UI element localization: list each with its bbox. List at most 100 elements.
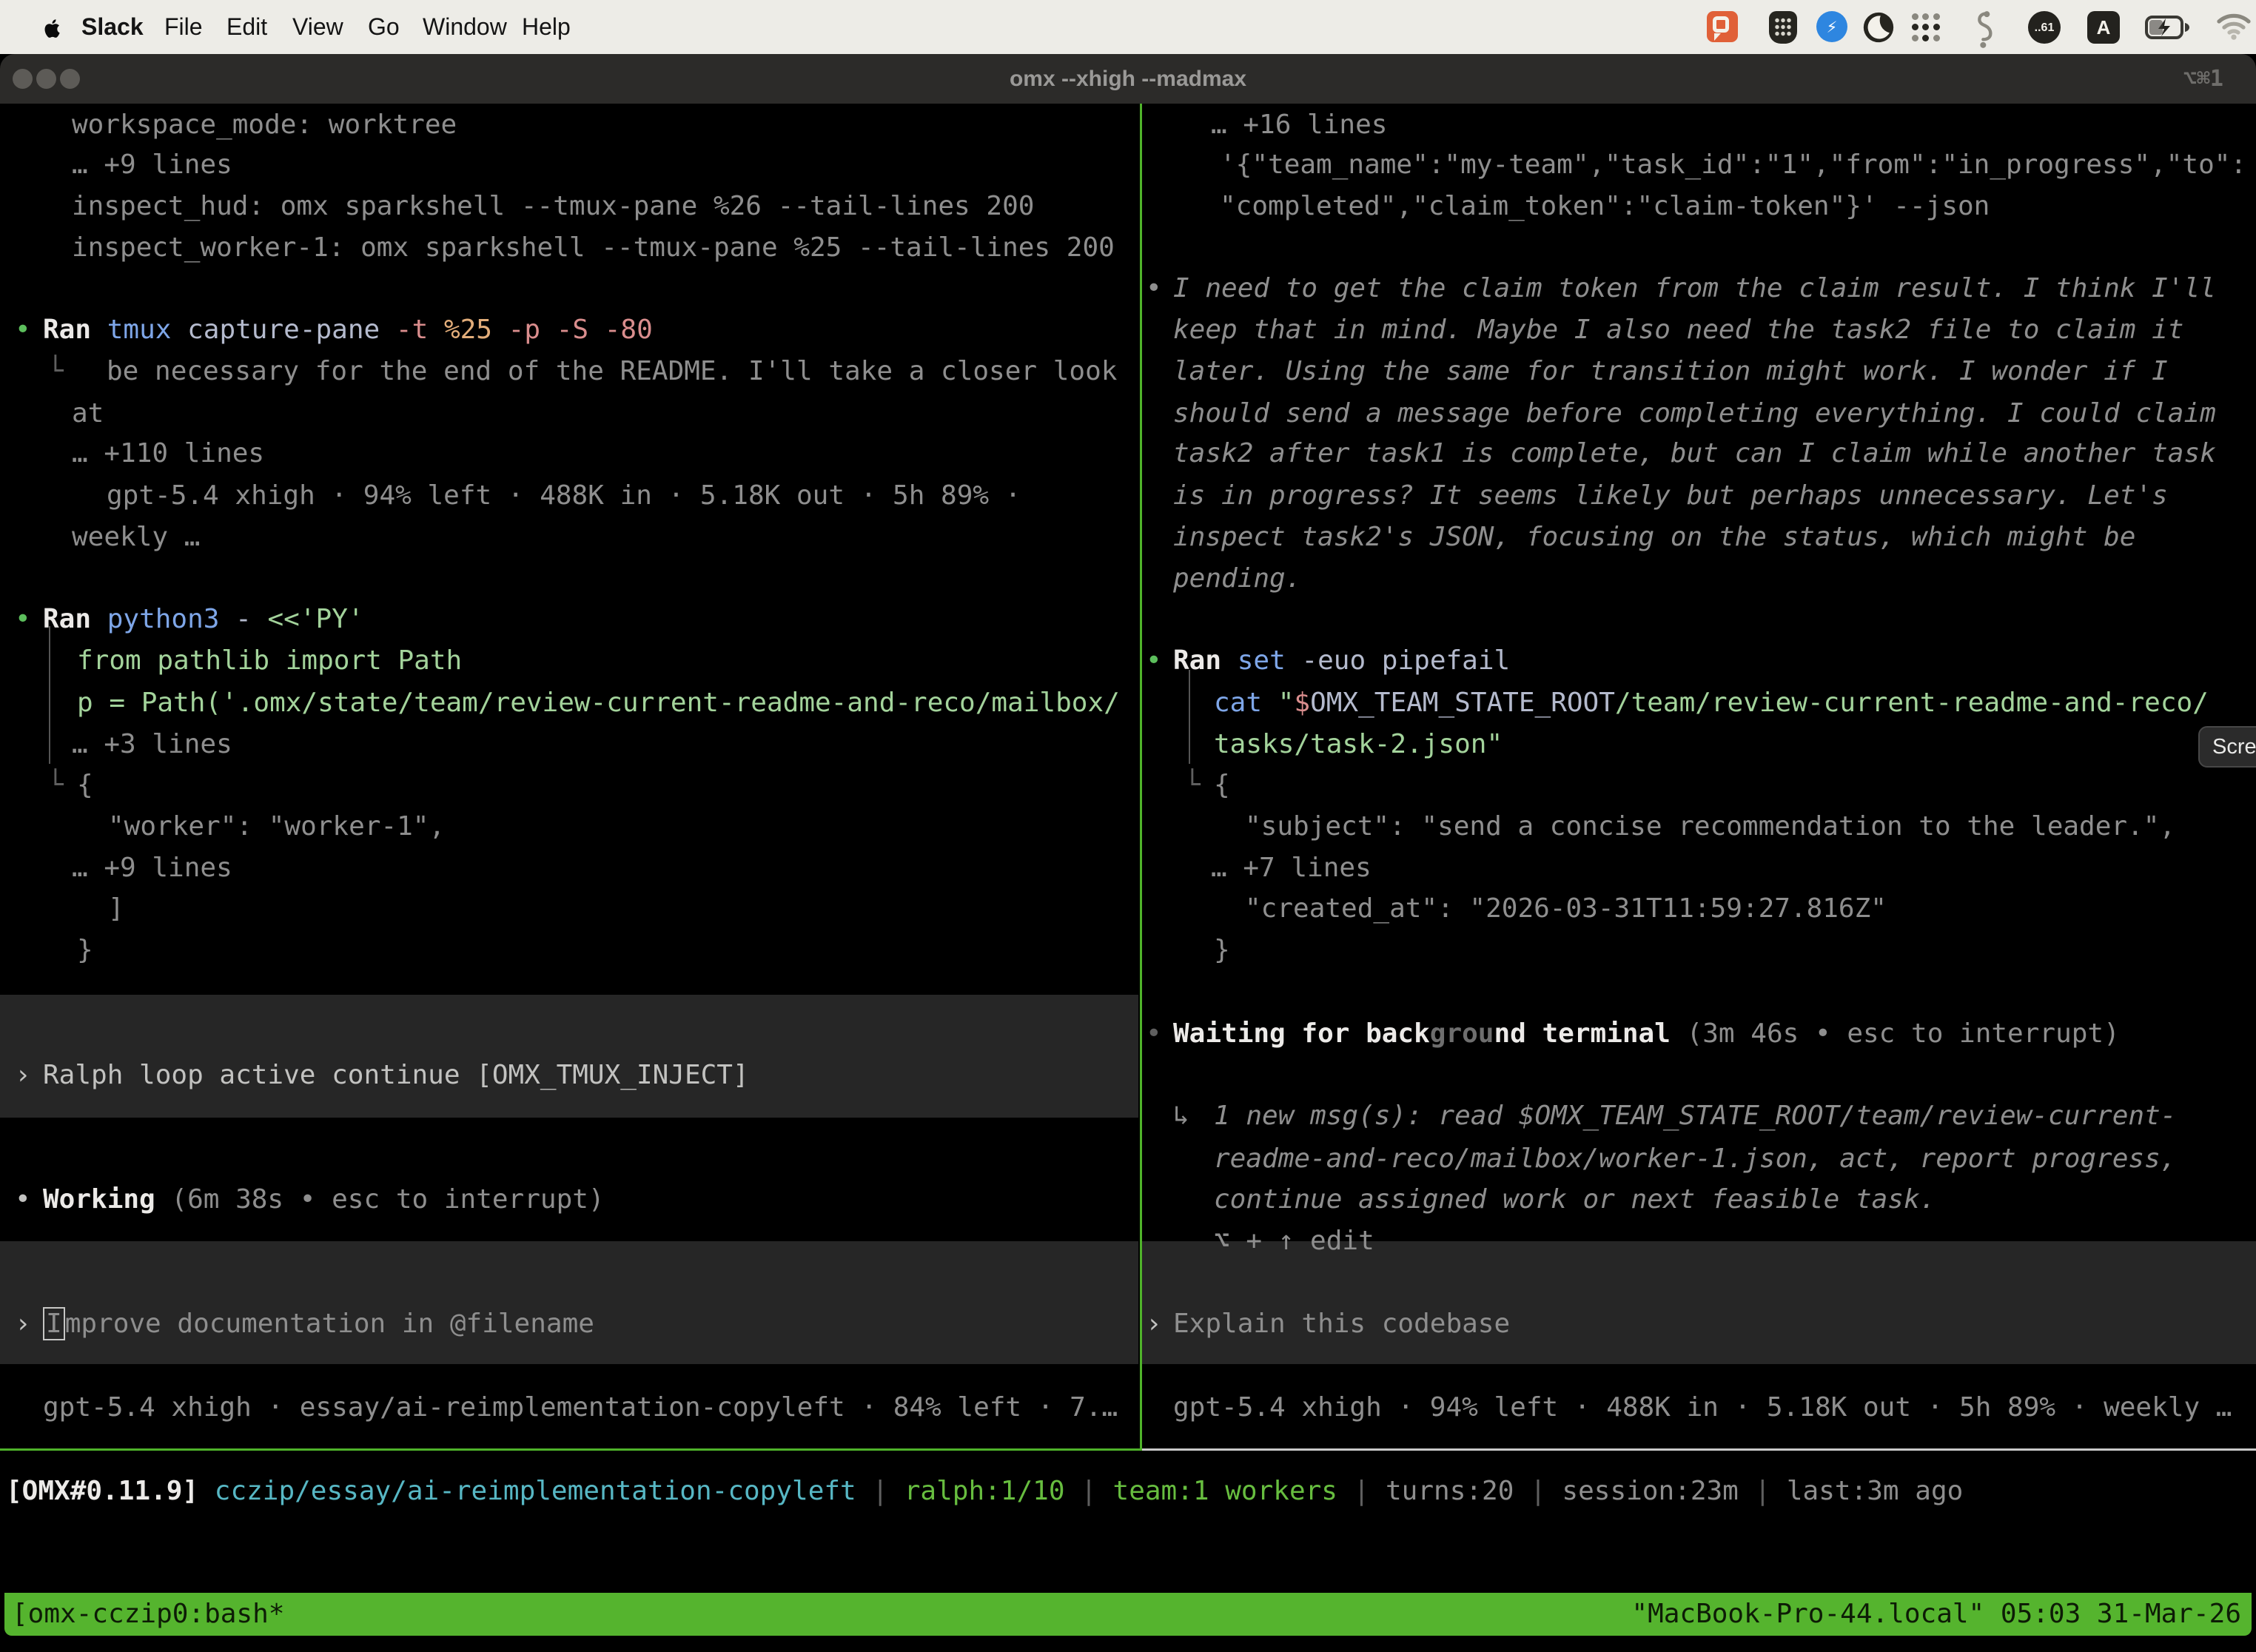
terminal-line: gpt-5.4 xhigh · essay/ai-reimplementatio… — [43, 1386, 1118, 1428]
text-segment: Ran — [43, 604, 91, 634]
terminal-line: } — [1214, 929, 1230, 971]
text-segment: readme-and-reco/mailbox/worker-1.json, a… — [1214, 1144, 2176, 1174]
text-segment: p = Path('.omx/state/team/review-current… — [77, 688, 1120, 718]
tmux-session-label: [omx-cczip0:bash* — [12, 1593, 284, 1636]
terminal-line: Waiting for background terminal (3m 46s … — [1173, 1013, 2120, 1055]
terminal-line: inspect_hud: omx sparkshell --tmux-pane … — [72, 185, 1034, 227]
text-segment: last:3m ago — [1787, 1476, 1963, 1506]
text-segment: Waiting for back — [1173, 1018, 1430, 1049]
terminal-line: … +9 lines — [72, 847, 232, 889]
text-segment: should send a message before completing … — [1173, 398, 2216, 429]
terminal-line: … +110 lines — [72, 432, 264, 474]
terminal-line: pending. — [1173, 557, 1301, 600]
terminal-line: is in progress? It seems likely but perh… — [1173, 474, 2168, 517]
menu-item-view[interactable]: View — [292, 0, 343, 54]
text-segment: Ran — [43, 315, 91, 345]
wifi-icon[interactable] — [2216, 11, 2252, 44]
blue-bolt-icon[interactable]: ⚡ — [1816, 11, 1847, 42]
text-segment: … +110 lines — [72, 438, 264, 469]
terminal-line: "created_at": "2026-03-31T11:59:27.816Z" — [1245, 887, 1887, 930]
menu-item-file[interactable]: File — [164, 0, 203, 54]
menu-item-edit[interactable]: Edit — [226, 0, 267, 54]
text-segment: -euo pipefail — [1301, 645, 1510, 676]
text-segment: weekly … — [72, 522, 200, 552]
terminal-line: • — [15, 598, 31, 640]
terminal-line: • — [15, 1178, 31, 1220]
text-segment: '{"team_name":"my-team","task_id":"1","f… — [1220, 150, 2246, 180]
text-segment: └ — [47, 770, 64, 800]
text-segment: Explain this codebase — [1173, 1309, 1510, 1339]
text-segment: - — [235, 604, 252, 634]
tmux-pane-divider[interactable] — [1140, 104, 1142, 1448]
text-segment: gpt-5.4 xhigh · essay/ai-reimplementatio… — [43, 1392, 1118, 1423]
terminal-line: continue assigned work or next feasible … — [1214, 1178, 1936, 1220]
window-title: omx --xhigh --madmax — [0, 54, 2256, 104]
text-segment — [171, 315, 187, 345]
terminal-line: └ — [1184, 764, 1201, 806]
text-segment: from pathlib import Path — [77, 645, 462, 676]
text-segment: is in progress? It seems likely but perh… — [1173, 480, 2168, 511]
text-segment — [219, 604, 235, 634]
text-segment: -t — [396, 315, 428, 345]
terminal-line: cat "$OMX_TEAM_STATE_ROOT/team/review-cu… — [1214, 682, 2209, 724]
terminal-line: ↳ — [1173, 1095, 1189, 1137]
dots-grid-icon[interactable] — [1910, 11, 1942, 44]
s-curve-icon[interactable] — [1972, 11, 1997, 51]
text-segment: } — [77, 935, 93, 965]
text-segment: inspect task2's JSON, focusing on the st… — [1173, 522, 2135, 552]
text-segment: … +7 lines — [1211, 853, 1372, 883]
text-segment — [91, 315, 107, 345]
terminal-line: "worker": "worker-1", — [108, 805, 445, 847]
text-segment: -p — [508, 315, 540, 345]
text-segment: • — [1146, 273, 1162, 303]
text-segment: be necessary for the end of the README. … — [107, 356, 1117, 386]
terminal-line: at — [72, 392, 104, 434]
chat-app-icon[interactable] — [1707, 11, 1738, 42]
terminal-line: … +16 lines — [1211, 104, 1387, 146]
text-segment: set — [1238, 645, 1286, 676]
text-segment — [1286, 645, 1302, 676]
text-segment: <<'PY' — [268, 604, 364, 634]
text-segment: • — [1146, 645, 1162, 676]
menu-item-go[interactable]: Go — [368, 0, 400, 54]
menu-item-window[interactable]: Window — [423, 0, 507, 54]
battery-icon[interactable] — [2145, 11, 2191, 47]
text-segment: "completed","claim_token":"claim-token"}… — [1220, 191, 1990, 221]
input-source-icon[interactable]: A — [2087, 11, 2120, 44]
text-segment — [1262, 688, 1278, 718]
crescent-circle-icon[interactable] — [1862, 11, 1895, 47]
text-segment — [428, 315, 444, 345]
text-segment: Working — [43, 1184, 155, 1215]
text-segment: ⌥ + ↑ edit — [1214, 1226, 1374, 1256]
text-segment: } — [1214, 935, 1230, 965]
terminal-line: › — [15, 1054, 31, 1096]
text-segment: "subject": "send a concise recommendatio… — [1245, 811, 2175, 842]
terminal-line: Ran set -euo pipefail — [1173, 639, 1510, 682]
terminal-line: p = Path('.omx/state/team/review-current… — [77, 682, 1120, 724]
terminal-line: keep that in mind. Maybe I also need the… — [1173, 309, 2183, 351]
terminal-line: task2 after task1 is complete, but can I… — [1173, 432, 2216, 474]
window-titlebar[interactable]: omx --xhigh --madmax ⌥⌘1 — [0, 54, 2256, 104]
text-segment: | — [1065, 1476, 1113, 1506]
text-segment: cczip/essay/ai-reimplementation-copyleft — [215, 1476, 856, 1506]
terminal-line: should send a message before completing … — [1173, 392, 2216, 434]
text-segment: $ — [1294, 688, 1310, 718]
apple-menu-icon[interactable] — [41, 14, 64, 44]
text-segment: | — [1337, 1476, 1386, 1506]
menu-item-slack[interactable]: Slack — [81, 0, 144, 54]
terminal-content[interactable]: workspace_mode: worktree… +9 linesinspec… — [0, 104, 2256, 1652]
terminal-line: readme-and-reco/mailbox/worker-1.json, a… — [1214, 1138, 2176, 1180]
text-segment: workspace_mode: worktree — [72, 110, 457, 140]
text-segment: cat — [1214, 688, 1262, 718]
shield-grid-icon[interactable] — [1769, 11, 1797, 44]
text-segment: inspect_worker-1: omx sparkshell --tmux-… — [72, 232, 1115, 263]
menu-item-help[interactable]: Help — [522, 0, 571, 54]
terminal-line: … +9 lines — [72, 144, 232, 186]
badge-61-icon[interactable]: ..61 — [2028, 11, 2061, 44]
text-segment: • — [1146, 1018, 1162, 1049]
text-segment: Ran — [1173, 645, 1221, 676]
terminal-line: Explain this codebase — [1173, 1303, 1510, 1345]
text-segment: … +3 lines — [72, 729, 232, 759]
terminal-line: { — [1214, 764, 1230, 806]
terminal-line: Ran tmux capture-pane -t %25 -p -S -80 — [43, 309, 653, 351]
